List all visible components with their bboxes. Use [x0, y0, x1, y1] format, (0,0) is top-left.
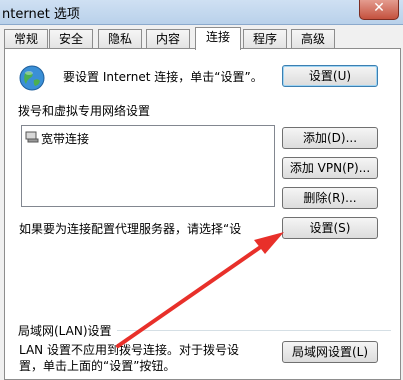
tab-programs[interactable]: 程序	[243, 29, 287, 49]
connection-list[interactable]: 宽带连接	[21, 125, 275, 207]
add-vpn-button[interactable]: 添加 VPN(P)...	[282, 157, 378, 179]
globe-icon	[18, 64, 46, 92]
group-divider	[117, 330, 391, 331]
close-button[interactable]: ✕	[359, 0, 399, 20]
window-title: nternet 选项	[2, 7, 80, 22]
dialup-settings-button[interactable]: 设置(S)	[282, 217, 378, 239]
tab-privacy[interactable]: 隐私	[98, 29, 142, 49]
setup-text: 要设置 Internet 连接，单击“设置”。	[63, 70, 263, 84]
tab-advanced[interactable]: 高级	[291, 29, 335, 49]
lan-text-line2: 置，单击上面的“设置”按钮。	[19, 359, 176, 373]
setup-button[interactable]: 设置(U)	[282, 65, 378, 87]
tab-connections[interactable]: 连接	[195, 27, 241, 50]
remove-button[interactable]: 删除(R)...	[282, 187, 378, 209]
proxy-text: 如果要为连接配置代理服务器，请选择“设	[19, 222, 242, 236]
title-bar: nternet 选项 ✕	[0, 0, 403, 25]
lan-text-line1: LAN 设置不应用到拨号连接。对于拨号设	[19, 343, 239, 357]
lan-heading: 局域网(LAN)设置	[18, 324, 112, 338]
add-button[interactable]: 添加(D)...	[282, 127, 378, 149]
tab-content[interactable]: 内容	[146, 29, 190, 49]
lan-settings-button[interactable]: 局域网设置(L)	[282, 341, 378, 363]
network-connection-icon	[25, 130, 39, 143]
tab-security[interactable]: 安全	[49, 29, 93, 49]
connections-panel: 要设置 Internet 连接，单击“设置”。 设置(U) 拨号和虚拟专用网络设…	[4, 48, 401, 380]
dialup-heading: 拨号和虚拟专用网络设置	[18, 104, 151, 118]
list-item-label: 宽带连接	[41, 132, 90, 146]
tab-general[interactable]: 常规	[4, 29, 48, 49]
